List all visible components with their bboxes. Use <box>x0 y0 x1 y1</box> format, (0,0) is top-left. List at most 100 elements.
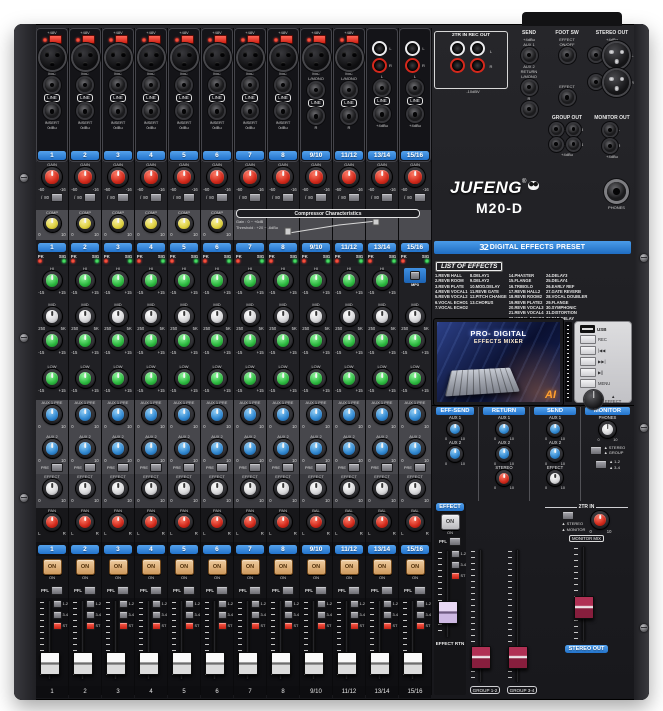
group-1-2-fader[interactable] <box>467 547 503 685</box>
aux2-knob[interactable] <box>43 439 62 458</box>
pan-knob[interactable] <box>175 513 193 531</box>
channel-on-button[interactable]: ON <box>241 559 260 575</box>
pfl-button[interactable] <box>216 586 228 595</box>
aux1-knob[interactable] <box>142 405 161 424</box>
phantom-power-button[interactable] <box>181 35 194 44</box>
pan-knob[interactable] <box>241 513 259 531</box>
assign-3-4-button[interactable] <box>383 611 392 619</box>
gain-knob[interactable] <box>75 167 95 187</box>
monitor-source-button[interactable] <box>590 446 602 455</box>
fader-cap[interactable] <box>172 652 192 675</box>
effect-knob[interactable] <box>76 479 95 498</box>
assign-3-4-button[interactable] <box>218 611 227 619</box>
effect-knob[interactable] <box>208 479 227 498</box>
pre-button[interactable] <box>348 463 360 472</box>
fader-cap[interactable] <box>73 652 93 675</box>
eq-high-knob[interactable] <box>142 271 161 290</box>
effect-on-button[interactable]: ON <box>441 514 460 530</box>
assign-st-button[interactable] <box>251 622 260 630</box>
pan-knob[interactable] <box>406 513 424 531</box>
eq-high-knob[interactable] <box>109 271 128 290</box>
pfl-button[interactable] <box>51 586 63 595</box>
pan-knob[interactable] <box>340 513 358 531</box>
eq-mid-gain-knob[interactable] <box>241 331 260 350</box>
assign-1-2-button[interactable] <box>53 600 62 608</box>
eq-mid-freq-knob[interactable] <box>142 307 161 326</box>
channel-fader[interactable]: 1-23-4ST <box>69 598 101 682</box>
pan-knob[interactable] <box>208 513 226 531</box>
eq-mid-gain-knob[interactable] <box>340 331 359 350</box>
aux2-knob[interactable] <box>109 439 128 458</box>
gain-knob[interactable] <box>108 167 128 187</box>
eq-mid-freq-knob[interactable] <box>76 307 95 326</box>
assign-st-button[interactable] <box>53 622 62 630</box>
effect-knob[interactable] <box>241 479 260 498</box>
gain-knob[interactable] <box>273 167 293 187</box>
channel-fader[interactable]: 1-23-4ST <box>234 598 266 682</box>
mp3-mode-button[interactable] <box>410 271 420 280</box>
eq-mid-freq-knob[interactable] <box>175 307 194 326</box>
pfl-button[interactable] <box>315 586 327 595</box>
group-3-4-fader[interactable] <box>504 547 540 685</box>
eq-low-knob[interactable] <box>241 369 260 388</box>
return-stereo-knob[interactable] <box>496 470 512 486</box>
eq-low-knob[interactable] <box>208 369 227 388</box>
aux1-knob[interactable] <box>43 405 62 424</box>
hpf-button[interactable] <box>414 193 426 202</box>
pan-knob[interactable] <box>109 513 127 531</box>
pan-knob[interactable] <box>373 513 391 531</box>
eq-low-knob[interactable] <box>274 369 293 388</box>
eff-send-aux1-knob[interactable] <box>447 421 463 437</box>
channel-on-button[interactable]: ON <box>142 559 161 575</box>
pfl-button[interactable] <box>282 586 294 595</box>
hpf-button[interactable] <box>216 193 228 202</box>
comp-knob[interactable] <box>209 215 226 232</box>
monitor-mix-knob[interactable] <box>591 511 609 529</box>
channel-fader[interactable]: 1-23-4ST <box>366 598 398 682</box>
effect-knob[interactable] <box>109 479 128 498</box>
effect-knob[interactable] <box>274 479 293 498</box>
channel-fader[interactable]: 1-23-4ST <box>300 598 332 682</box>
assign-3-4-button[interactable] <box>284 611 293 619</box>
aux1-knob[interactable] <box>241 405 260 424</box>
hpf-button[interactable] <box>51 193 63 202</box>
hpf-button[interactable] <box>282 193 294 202</box>
aux1-knob[interactable] <box>175 405 194 424</box>
effect-knob[interactable] <box>142 479 161 498</box>
aux1-knob[interactable] <box>274 405 293 424</box>
assign-1-2-button[interactable] <box>119 600 128 608</box>
phantom-power-button[interactable] <box>280 35 293 44</box>
return-aux1-knob[interactable] <box>496 421 512 437</box>
stereo-out-fader[interactable] <box>570 544 604 644</box>
channel-on-button[interactable]: ON <box>175 559 194 575</box>
aux1-knob[interactable] <box>208 405 227 424</box>
return-aux2-knob[interactable] <box>496 446 512 462</box>
aux2-knob[interactable] <box>241 439 260 458</box>
eq-mid-gain-knob[interactable] <box>373 331 392 350</box>
pfl-button[interactable] <box>414 586 426 595</box>
channel-on-button[interactable]: ON <box>406 559 425 575</box>
send-effect-knob[interactable] <box>547 470 563 486</box>
pre-button[interactable] <box>150 463 162 472</box>
media-button-1[interactable] <box>580 335 596 345</box>
eq-high-knob[interactable] <box>307 271 326 290</box>
channel-on-button[interactable]: ON <box>340 559 359 575</box>
comp-knob[interactable] <box>77 215 94 232</box>
eq-mid-gain-knob[interactable] <box>76 331 95 350</box>
pan-knob[interactable] <box>142 513 160 531</box>
channel-fader[interactable]: 1-23-4ST <box>168 598 200 682</box>
aux1-knob[interactable] <box>406 405 425 424</box>
aux1-knob[interactable] <box>76 405 95 424</box>
channel-on-button[interactable]: ON <box>274 559 293 575</box>
assign-1-2-button[interactable] <box>251 600 260 608</box>
pan-knob[interactable] <box>274 513 292 531</box>
fader-cap[interactable] <box>304 652 324 675</box>
eq-mid-freq-knob[interactable] <box>274 307 293 326</box>
assign-3-4-button[interactable] <box>416 611 425 619</box>
aux2-knob[interactable] <box>175 439 194 458</box>
phantom-power-button[interactable] <box>82 35 95 44</box>
aux2-knob[interactable] <box>142 439 161 458</box>
channel-on-button[interactable]: ON <box>373 559 392 575</box>
hpf-button[interactable] <box>315 193 327 202</box>
media-button-2[interactable] <box>580 346 596 356</box>
